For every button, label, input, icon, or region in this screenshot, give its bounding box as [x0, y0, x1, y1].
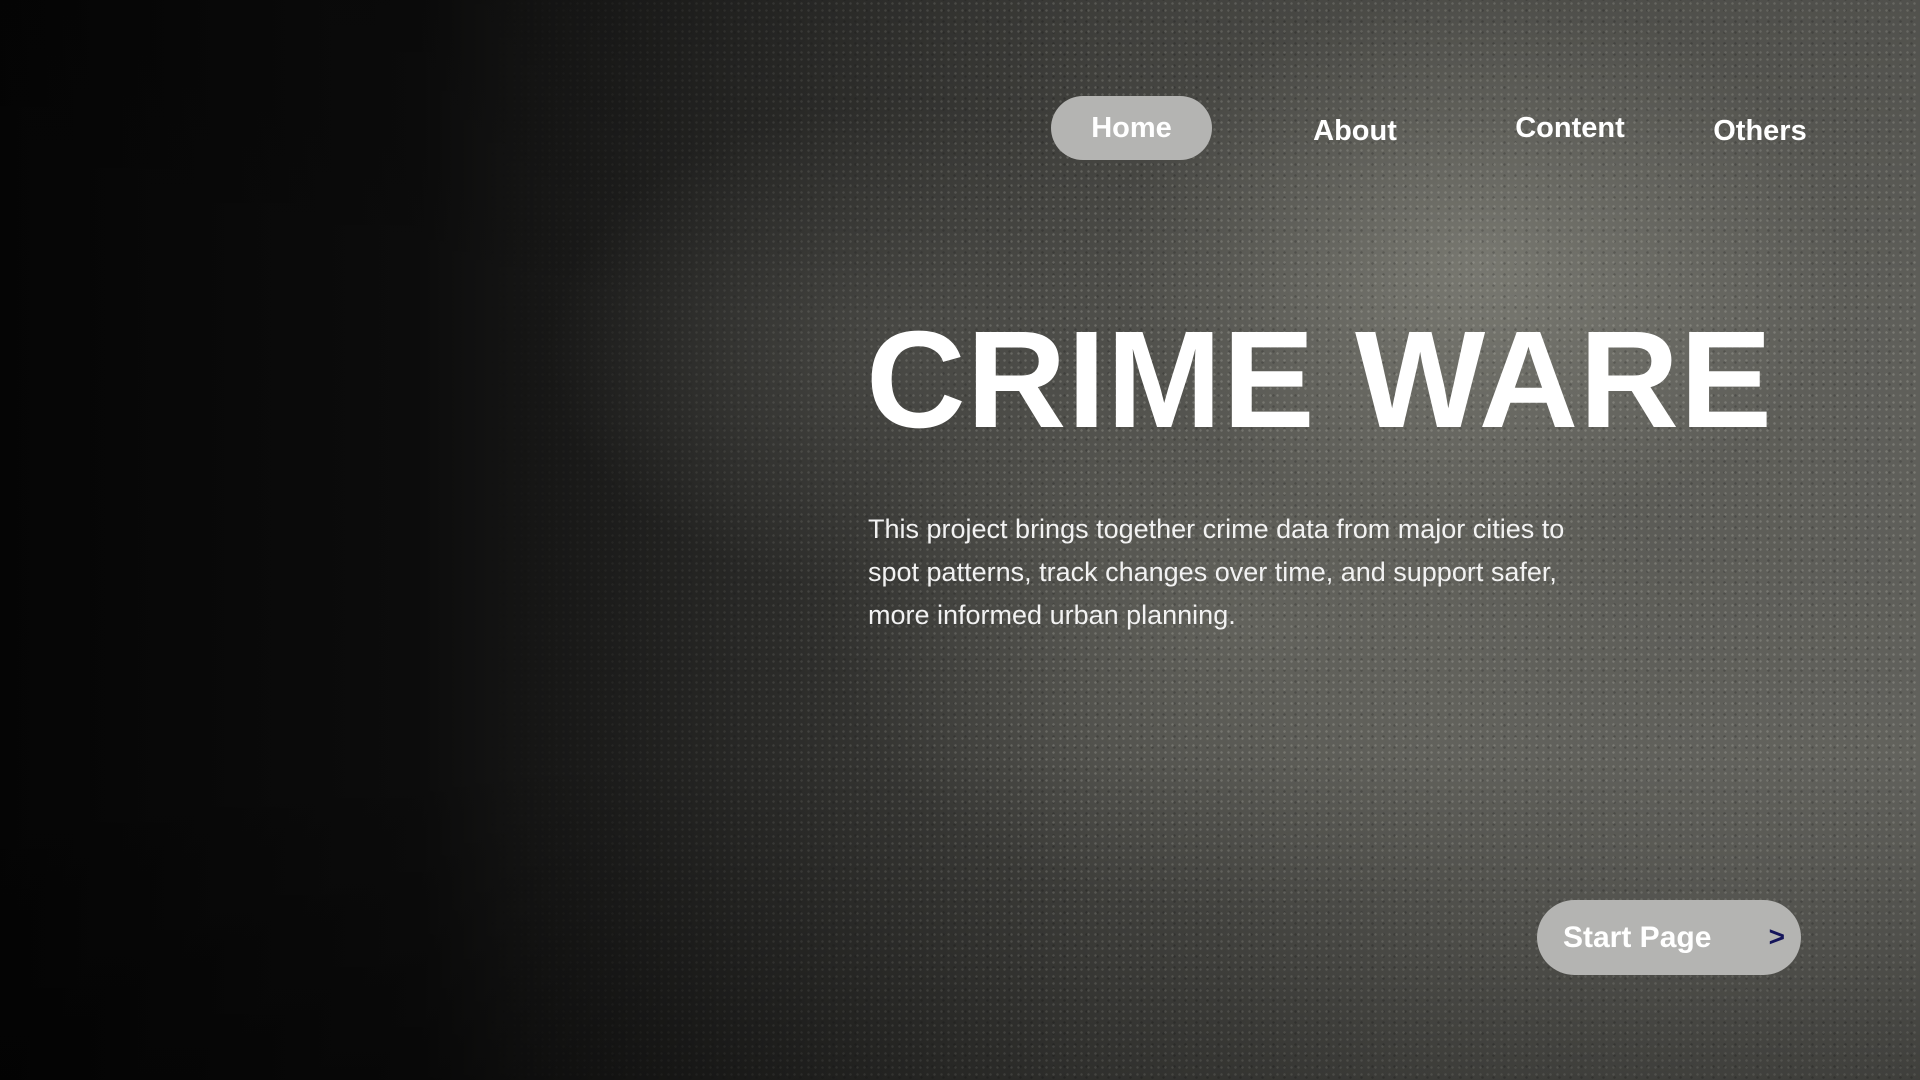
nav-content-link[interactable]: Content	[1500, 96, 1640, 160]
nav-home-link[interactable]: Home	[1051, 96, 1212, 160]
top-navigation: Home About Content Others	[0, 96, 1920, 160]
start-page-button[interactable]: Start Page >	[1537, 900, 1801, 975]
hero-title: CRIME WARE	[866, 303, 1773, 457]
nav-others-link[interactable]: Others	[1700, 99, 1820, 163]
hero-description: This project brings together crime data …	[868, 514, 1565, 630]
start-page-label: Start Page	[1563, 921, 1712, 954]
nav-about-link[interactable]: About	[1290, 99, 1420, 163]
chevron-right-icon: >	[1768, 921, 1785, 952]
